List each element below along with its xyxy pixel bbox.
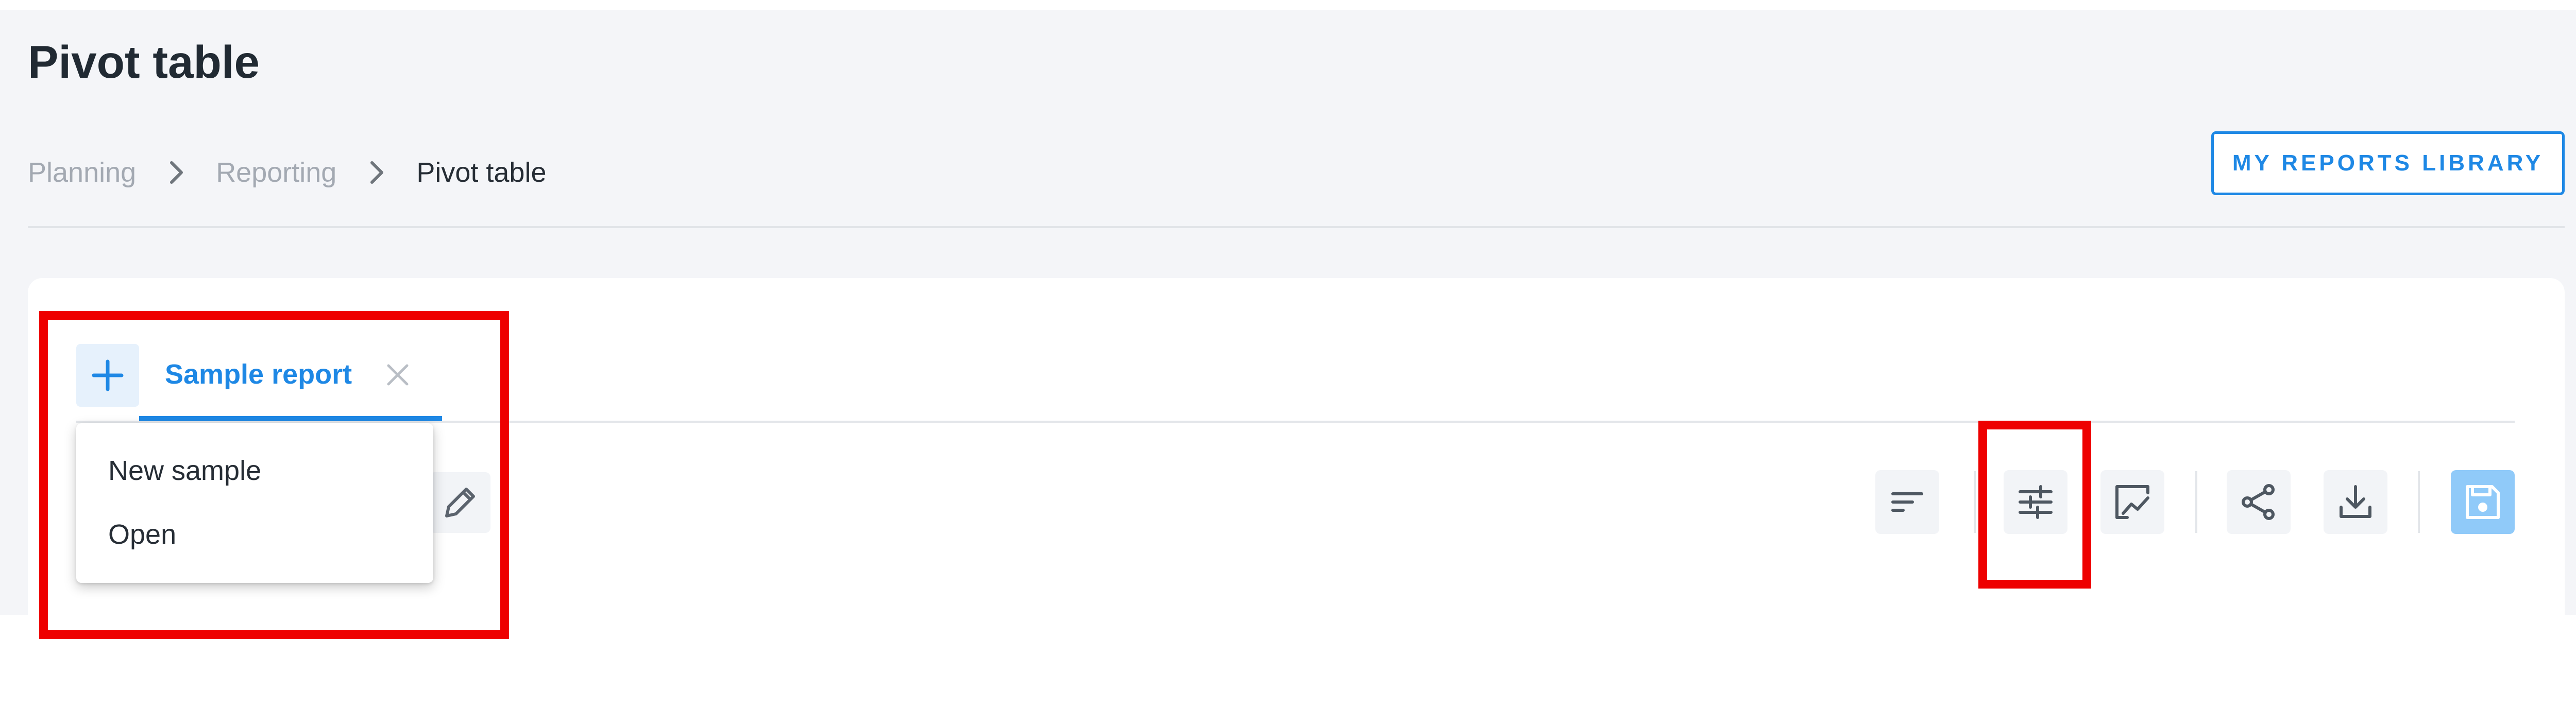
sort-button[interactable] <box>1875 470 1939 534</box>
chevron-right-icon <box>136 154 216 191</box>
share-button[interactable] <box>2227 470 2291 534</box>
toolbar-separator <box>2418 471 2420 533</box>
breadcrumb-reporting[interactable]: Reporting <box>216 157 336 188</box>
breadcrumb: Planning Reporting Pivot table <box>28 154 546 191</box>
settings-button[interactable] <box>2004 470 2067 534</box>
tab-sample-report[interactable]: Sample report <box>139 344 442 421</box>
share-icon <box>2242 484 2275 520</box>
page: Pivot table Planning Reporting Pivot tab… <box>0 0 2576 708</box>
save-button[interactable] <box>2451 470 2515 534</box>
settings-sliders-icon <box>2019 485 2053 519</box>
chart-icon <box>2115 485 2149 519</box>
page-title: Pivot table <box>28 36 260 88</box>
header-divider <box>28 226 2565 228</box>
breadcrumb-planning[interactable]: Planning <box>28 157 136 188</box>
sort-icon <box>1891 492 1923 512</box>
save-icon <box>2466 485 2500 519</box>
toolbar-separator <box>2195 471 2197 533</box>
active-tab-indicator <box>139 416 442 421</box>
edit-report-name-button[interactable] <box>430 472 490 533</box>
close-icon[interactable] <box>381 358 414 391</box>
new-tab-dropdown-menu: New sample Open <box>76 423 433 583</box>
pencil-icon <box>445 488 475 517</box>
breadcrumb-pivot-table: Pivot table <box>416 157 547 188</box>
download-icon <box>2340 485 2371 518</box>
my-reports-library-button[interactable]: MY REPORTS LIBRARY <box>2211 131 2565 195</box>
add-tab-button[interactable] <box>76 344 139 407</box>
plus-icon <box>92 359 124 391</box>
menu-item-new-sample[interactable]: New sample <box>76 439 433 503</box>
tab-label: Sample report <box>165 359 352 390</box>
menu-item-open[interactable]: Open <box>76 503 433 566</box>
chevron-right-icon <box>336 154 416 191</box>
download-button[interactable] <box>2324 470 2387 534</box>
chart-button[interactable] <box>2100 470 2164 534</box>
toolbar-separator <box>1974 471 1976 533</box>
